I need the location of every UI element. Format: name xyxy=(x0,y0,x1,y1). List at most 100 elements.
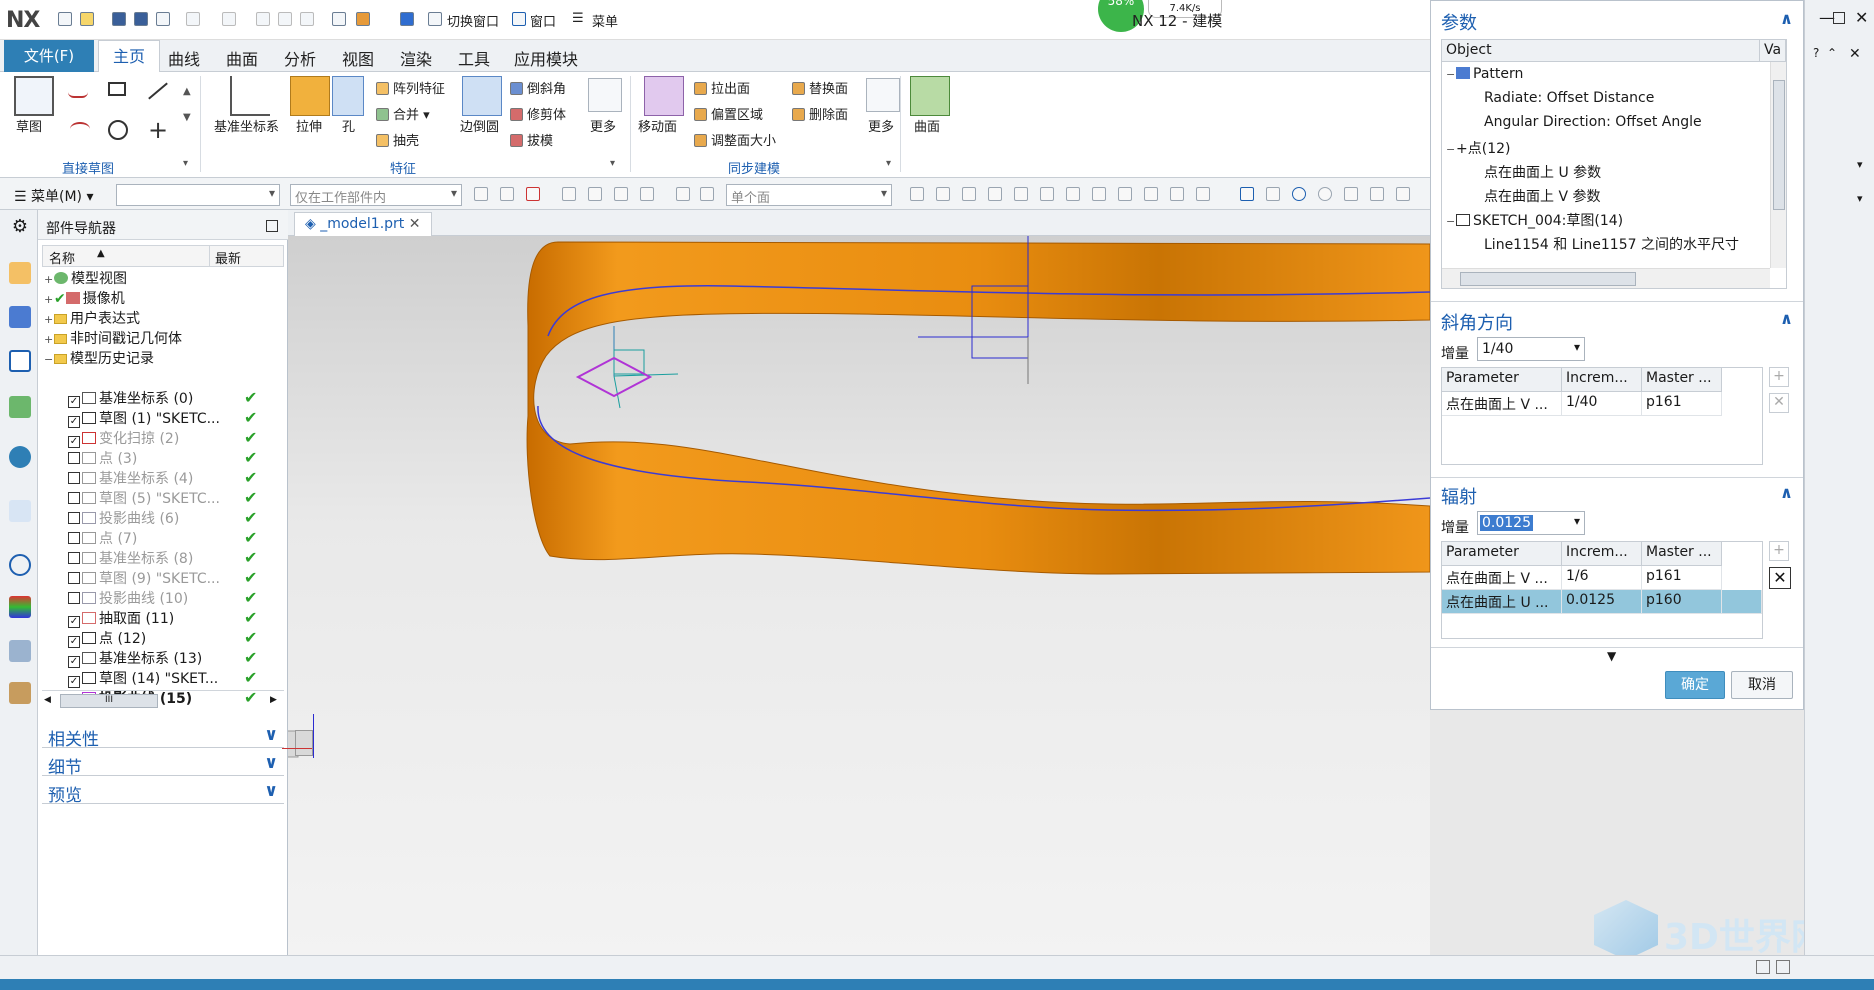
extrude-icon[interactable] xyxy=(290,76,330,116)
ribbon-options-icon[interactable]: ▾ xyxy=(1857,158,1863,171)
suppress-checkbox[interactable]: ✓ xyxy=(68,416,80,428)
tree-node[interactable]: 点在曲面上 U 参数 xyxy=(1484,162,1601,182)
close-window-icon[interactable]: ✕ xyxy=(1855,8,1868,27)
resize-face-button[interactable]: 调整面大小 xyxy=(694,130,776,149)
pattern-feature-button[interactable]: 阵列特征 xyxy=(376,78,445,97)
render-icon[interactable] xyxy=(356,12,370,26)
tree-node[interactable]: Line1154 和 Line1157 之间的水平尺寸 xyxy=(1484,234,1739,254)
settings-icon[interactable]: ⚙ xyxy=(9,216,31,238)
select-all-icon[interactable] xyxy=(526,187,540,201)
scroll-thumb[interactable] xyxy=(1460,272,1636,286)
close-icon[interactable]: ✕ xyxy=(404,216,421,232)
tab-surface[interactable]: 曲面 xyxy=(226,46,258,70)
section-radiate[interactable]: 辐射 xyxy=(1441,483,1477,509)
toolbar-options-icon[interactable]: ▾ xyxy=(1857,192,1863,205)
view-icon[interactable] xyxy=(1370,187,1384,201)
tree-node-point[interactable]: −+点(12) xyxy=(1446,138,1510,158)
snap-icon[interactable] xyxy=(1118,187,1132,201)
column-parameter[interactable]: Parameter xyxy=(1442,542,1562,566)
face-rule-dropdown[interactable]: 单个面 xyxy=(726,184,892,206)
collapse-icon[interactable]: − xyxy=(1446,143,1456,156)
tab-render[interactable]: 渲染 xyxy=(400,46,432,70)
vertical-scrollbar[interactable] xyxy=(1770,62,1786,268)
panel-dependencies[interactable]: 相关性 ∨ xyxy=(42,722,284,750)
suppress-checkbox[interactable]: ✓ xyxy=(68,396,80,408)
snap-icon[interactable] xyxy=(474,187,488,201)
history-icon[interactable] xyxy=(9,554,31,576)
scroll-thumb[interactable]: III xyxy=(60,694,158,708)
render-style-icon[interactable] xyxy=(1318,187,1332,201)
part-navigator-icon[interactable] xyxy=(9,350,31,372)
snap-icon[interactable] xyxy=(1170,187,1184,201)
rotate-icon[interactable] xyxy=(1292,187,1306,201)
column-parameter[interactable]: Parameter xyxy=(1442,368,1562,392)
scroll-thumb[interactable] xyxy=(1773,80,1785,210)
menu-button[interactable]: ☰ 菜单(M) ▾ xyxy=(14,186,94,206)
sketch-button[interactable]: 草图 xyxy=(16,116,42,135)
suppress-checkbox[interactable] xyxy=(68,472,80,484)
surface-icon[interactable] xyxy=(910,76,950,116)
remove-parameter-icon[interactable]: ✕ xyxy=(1769,567,1791,589)
sketch-icon[interactable] xyxy=(14,76,54,116)
snap-icon[interactable] xyxy=(1196,187,1210,201)
tree-item[interactable]: − 模型历史记录 xyxy=(44,348,154,372)
panel-details[interactable]: 细节 ∨ xyxy=(42,750,284,778)
feature-more-button[interactable]: 更多 xyxy=(590,116,616,135)
column-increment[interactable]: Increm... xyxy=(1562,368,1642,392)
undo-icon[interactable] xyxy=(186,12,200,26)
tab-tools[interactable]: 工具 xyxy=(458,46,490,70)
suppress-checkbox[interactable]: ✓ xyxy=(68,656,80,668)
move-face-button[interactable]: 移动面 xyxy=(638,116,677,135)
table-row-selected[interactable]: 点在曲面上 U ... 0.0125 p160 xyxy=(1442,590,1762,614)
deselect-icon[interactable] xyxy=(562,187,576,201)
select-icon[interactable] xyxy=(614,187,628,201)
remove-parameter-icon[interactable]: ✕ xyxy=(1769,393,1789,413)
save-all-icon[interactable] xyxy=(156,12,170,26)
add-parameter-icon[interactable]: + xyxy=(1769,541,1789,561)
section-chamfer-direction[interactable]: 斜角方向 xyxy=(1441,309,1513,335)
switch-window-label[interactable]: 切换窗口 xyxy=(447,11,499,30)
status-icon[interactable] xyxy=(1776,960,1790,974)
scroll-up-icon[interactable]: ▲ xyxy=(183,86,191,97)
point-icon[interactable]: + xyxy=(148,116,168,144)
maximize-icon[interactable] xyxy=(266,220,278,232)
collapse-icon[interactable]: − xyxy=(44,353,54,366)
tab-analysis[interactable]: 分析 xyxy=(284,46,316,70)
column-object[interactable]: Object xyxy=(1442,40,1760,62)
tree-node[interactable]: Angular Direction: Offset Angle xyxy=(1484,114,1702,130)
column-latest[interactable]: 最新 xyxy=(215,248,241,267)
scroll-down-icon[interactable]: ▼ xyxy=(183,112,191,123)
snap-midpoint-icon[interactable] xyxy=(962,187,976,201)
tab-view[interactable]: 视图 xyxy=(342,46,374,70)
panel-preview[interactable]: 预览 ∨ xyxy=(42,778,284,806)
status-icon[interactable] xyxy=(1756,960,1770,974)
collapse-icon[interactable]: ∧ xyxy=(1780,309,1793,328)
constraint-navigator-icon[interactable] xyxy=(9,306,31,328)
hole-icon[interactable] xyxy=(332,76,364,116)
extrude-button[interactable]: 拉伸 xyxy=(296,116,322,135)
tab-curve[interactable]: 曲线 xyxy=(168,46,200,70)
view-icon[interactable] xyxy=(700,187,714,201)
snap-intersection-icon[interactable] xyxy=(1014,187,1028,201)
graphics-window[interactable] xyxy=(282,236,1430,956)
surface-button[interactable]: 曲面 xyxy=(914,116,940,135)
edge-blend-icon[interactable] xyxy=(462,76,502,116)
print-icon[interactable] xyxy=(332,12,346,26)
help-icon[interactable]: ? xyxy=(1813,46,1819,60)
line-icon[interactable] xyxy=(148,82,168,100)
expand-icon[interactable]: + xyxy=(44,293,54,306)
suppress-checkbox[interactable] xyxy=(68,512,80,524)
offset-region-button[interactable]: 偏置区域 xyxy=(694,104,763,123)
assembly-navigator-icon[interactable] xyxy=(9,262,31,284)
tree-node-sketch[interactable]: − SKETCH_004:草图(14) xyxy=(1446,210,1623,230)
document-tab[interactable]: ◈ _model1.prt ✕ xyxy=(294,212,432,236)
feature-more-icon[interactable] xyxy=(588,78,622,112)
quick-menu[interactable]: 菜单 xyxy=(592,11,618,30)
sync-dropdown-icon[interactable]: ▾ xyxy=(886,158,891,169)
grid-icon[interactable] xyxy=(1396,187,1410,201)
system-materials-icon[interactable] xyxy=(9,596,31,618)
curve-rule-icon[interactable] xyxy=(910,187,924,201)
profile-icon[interactable] xyxy=(68,82,88,98)
new-file-icon[interactable] xyxy=(58,12,72,26)
select-icon[interactable] xyxy=(588,187,602,201)
